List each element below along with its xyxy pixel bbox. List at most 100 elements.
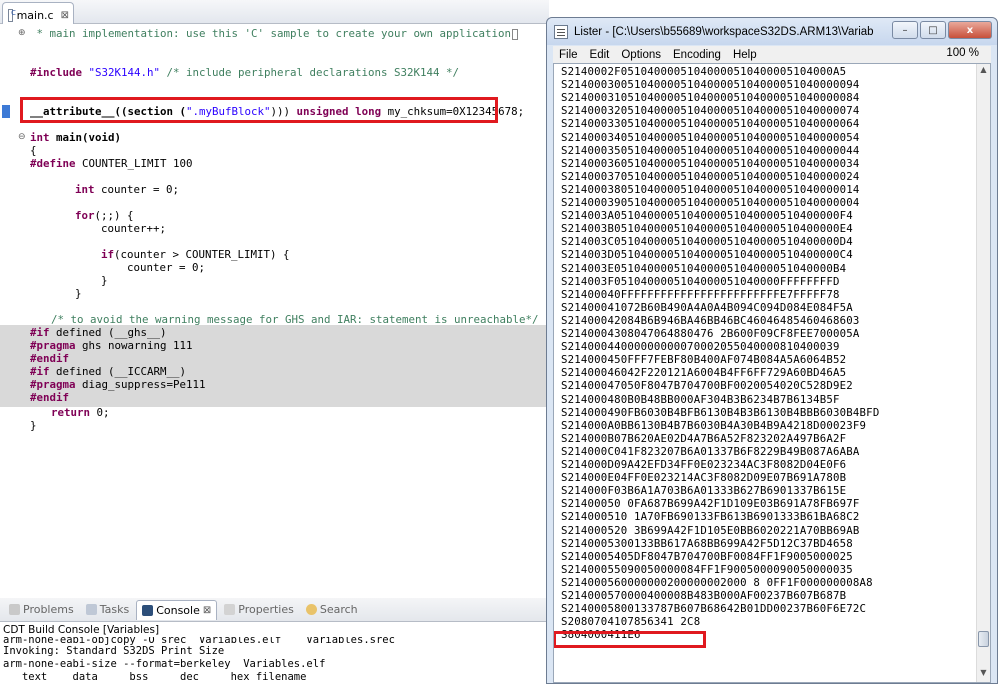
srec-line: S214000300510400005104000051040000510400… [561,78,860,92]
tasks-icon [85,604,97,615]
tab-label: Problems [23,603,74,616]
code-line: #if defined (__ghs__) [30,326,167,339]
close-icon[interactable]: ⊠ [61,10,69,21]
code-line: } [30,419,37,432]
code-line: #endif [30,352,70,365]
tab-label: Properties [238,603,294,616]
console-line: arm-none-eabi-objcopy -O srec Variables.… [3,637,395,645]
menu-help[interactable]: Help [727,49,763,61]
srec-line: S214000440000000000700020550400008104000… [561,340,840,354]
tab-label: main.c [16,8,54,22]
properties-icon [224,604,236,615]
code-line: int counter = 0; [49,183,180,196]
code-line: #pragma diag_suppress=Pe111 [30,378,206,391]
code-line: { [30,144,37,157]
srec-line: S214000310510400005104000051040000510400… [561,91,860,105]
minimize-button[interactable]: – [892,21,918,39]
tab-search[interactable]: Search [301,600,363,620]
close-icon[interactable]: ⊠ [203,605,211,616]
code-line: * main implementation: use this 'C' samp… [30,27,519,40]
code-area[interactable]: ⊕ * main implementation: use this 'C' sa… [0,24,548,598]
close-button[interactable]: x [948,21,992,39]
scroll-down-arrow-icon[interactable]: ▼ [979,668,988,677]
srec-line: S214000A0BB6130B4B7B6030B4A30B4B9A4218D0… [561,418,867,432]
srec-line: S21400042084B6B946BA46BB46BC460464854604… [561,313,860,327]
srec-line: S214003E05104000051040000510400005104000… [561,261,847,275]
srec-line: S2140005800133787B607B68642B01DD00237B60… [561,602,867,616]
tab-problems[interactable]: Problems [4,600,79,620]
tab-properties[interactable]: Properties [219,600,299,620]
console-line: arm-none-eabi-size --format=berkeley Var… [3,658,326,670]
srec-line: S214003C05104000051040000510400005104000… [561,235,853,249]
srec-line: S21400050 0FA687B699A42F1D109E03B691A78F… [561,497,860,511]
highlight-box-checksum-record [554,631,706,648]
code-line: counter++; [49,222,167,235]
code-line: /* to avoid the warning message for GHS … [25,313,539,326]
collapse-fold-icon[interactable]: ⊖ [18,131,26,144]
tab-label: Console [156,603,200,617]
srec-line: S214000490FB6030B4BFB6130B4B3B6130B4BBB6… [561,405,880,419]
srec-line: S2140005405DF8047B704700BF0084FF1F900500… [561,549,853,563]
code-line: #pragma ghs nowarning 111 [30,339,193,352]
console-output[interactable]: CDT Build Console [Variables] arm-none-e… [3,623,549,684]
expand-fold-icon[interactable]: ⊕ [18,27,26,40]
srec-line: S214003F0510400005104000051040000FFFFFFF… [561,274,840,288]
scroll-up-arrow-icon[interactable]: ▲ [979,65,988,74]
srec-line: S214000570000400008B483B000AF00237B607B6… [561,589,847,602]
srec-line: S214000320510400005104000051040000510400… [561,104,860,118]
srec-line: S214000560000000200000002000 8 0FF1F0000… [561,575,873,589]
editor-tab-bar: main.c ⊠ [0,0,549,24]
menu-encoding[interactable]: Encoding [667,49,727,61]
code-line: for(;;) { [49,209,134,222]
scroll-thumb[interactable] [978,631,989,647]
srec-line: S2080704107856341 2C8 [561,615,701,629]
srec-line: S214000D09A42EFD34FF0E023234AC3F8082D04E… [561,458,847,471]
srec-line: S214000520 3B699A42F1D105E0BB6020221A70B… [561,523,860,537]
tab-main-c[interactable]: main.c ⊠ [2,2,74,24]
srec-line: S214003B05104000051040000510400005104000… [561,222,853,236]
vertical-scrollbar[interactable]: ▲ ▼ [976,64,990,682]
srec-line: S214000370510400005104000051040000510400… [561,169,860,183]
window-title: Lister - [C:\Users\b55689\workspaceS32DS… [574,25,874,38]
console-tab-bar: Problems Tasks Console ⊠ Properties Sear… [0,598,549,622]
console-panel: Problems Tasks Console ⊠ Properties Sear… [0,598,549,684]
srec-text-view[interactable]: S2140002F0510400005104000051040000510400… [553,63,991,683]
lister-window: Lister - [C:\Users\b55689\workspaceS32DS… [546,17,998,684]
code-editor[interactable]: main.c ⊠ ⊕ * main implementation: use th… [0,0,549,598]
c-file-icon [8,8,15,22]
tab-label: Search [319,603,358,616]
srec-line: S2140005300133BB617A68BB699A42F5D12C37BD… [561,536,853,550]
srec-line: S214000510 1A70FB690133FB613B6901333B61B… [561,510,860,524]
code-line: #endif [30,391,70,404]
code-line: #include "S32K144.h" /* include peripher… [30,66,460,79]
srec-line: S214000E04FF0E023214AC3F8082D09E07B691A7… [561,471,847,485]
menu-options[interactable]: Options [615,49,667,61]
highlight-box-attribute [20,97,498,123]
srec-line: S214000390510400005104000051040000510400… [561,196,860,209]
srec-line: S21400047050F8047B704700BF0020054020C528… [561,379,853,393]
code-line: counter = 0; [49,261,206,274]
code-line: return 0; [25,406,110,419]
srec-line: S214003D05104000051040000510400005104000… [561,248,853,262]
menu-edit[interactable]: Edit [584,49,616,61]
srec-line: S2140004308047064880476 2B600F09CF8FEE70… [561,327,860,340]
tab-label: Tasks [99,603,130,616]
srec-line: S21400055090050000084FF1F900500009005000… [561,562,853,576]
lister-title-bar[interactable]: Lister - [C:\Users\b55689\workspaceS32DS… [547,18,997,45]
code-line: } [49,274,108,287]
code-line: #if defined (__ICCARM__) [30,365,187,378]
current-line-marker [2,105,10,118]
srec-line: S214000380510400005104000051040000510400… [561,182,860,196]
srec-line: S214000480B0B48BB000AF304B3B6234B7B6134B… [561,392,840,406]
srec-line: S214000F03B6A1A703B6A01333B627B6901337B6… [561,484,847,498]
maximize-button[interactable]: □ [920,21,946,39]
zoom-level: 100 % [946,47,979,59]
console-line: Invoking: Standard S32DS Print Size [3,645,225,657]
tab-console[interactable]: Console ⊠ [136,599,218,620]
menu-file[interactable]: File [553,49,584,61]
console-icon [142,604,154,616]
tab-tasks[interactable]: Tasks [81,600,134,620]
console-title: CDT Build Console [Variables] [3,624,160,636]
srec-line: S214000350510400005104000051040000510400… [561,143,860,157]
srec-line: S214000C041F823207B6A01337B6F8229B49B087… [561,444,860,458]
